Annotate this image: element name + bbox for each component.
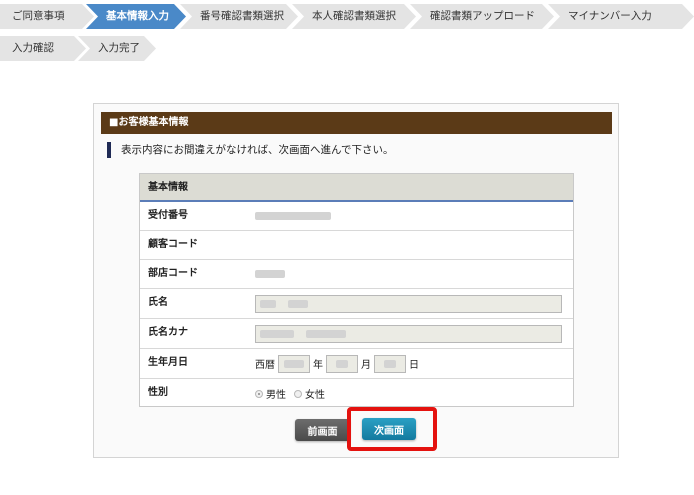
step-doc-upload: 確認書類アップロード (410, 4, 554, 29)
birthdate-label: 生年月日 (148, 357, 188, 368)
gender-female-radio[interactable] (294, 389, 302, 398)
name-kana-label: 氏名カナ (148, 327, 188, 338)
step-label: ご同意事項 (12, 10, 65, 22)
birthdate-fields: 西暦 年 月 日 (255, 349, 419, 378)
year-unit: 年 (313, 360, 323, 371)
row-gender: 性別 男性 女性 (140, 379, 573, 408)
row-birthdate: 生年月日 西暦 年 月 日 (140, 349, 573, 379)
step-mynumber-input: マイナンバー入力 (548, 4, 694, 29)
step-complete: 入力完了 (78, 36, 156, 61)
name-kana-field[interactable] (255, 325, 562, 343)
basic-info-table: 基本情報 受付番号 顧客コード 部店コード 氏名 氏名カナ 生年月日 西暦 年 … (139, 173, 574, 407)
reception-number-value (255, 202, 331, 230)
day-unit: 日 (409, 360, 419, 371)
step-confirm: 入力確認 (0, 36, 86, 61)
branch-code-value (255, 260, 285, 288)
panel-title: ■お客様基本情報 (101, 112, 612, 134)
step-label: マイナンバー入力 (568, 10, 652, 22)
step-label: 基本情報入力 (106, 10, 169, 22)
step-label: 本人確認書類選択 (312, 10, 396, 22)
step-label: 確認書類アップロード (430, 10, 535, 22)
customer-info-panel: ■お客様基本情報 表示内容にお間違えがなければ、次画面へ進んで下さい。 基本情報… (93, 103, 619, 458)
step-identity-doc-select: 本人確認書類選択 (292, 4, 416, 29)
row-reception-number: 受付番号 (140, 202, 573, 231)
name-field[interactable] (255, 295, 562, 313)
gender-male-radio[interactable] (255, 389, 263, 398)
customer-code-label: 顧客コード (148, 239, 198, 250)
era-label: 西暦 (255, 360, 275, 371)
birth-day-field[interactable] (374, 354, 406, 373)
step-number-doc-select: 番号確認書類選択 (180, 4, 298, 29)
row-name: 氏名 (140, 289, 573, 319)
branch-code-label: 部店コード (148, 268, 198, 279)
name-label: 氏名 (148, 297, 168, 308)
reception-number-label: 受付番号 (148, 210, 188, 221)
basic-info-header: 基本情報 (140, 174, 573, 202)
row-customer-code: 顧客コード (140, 231, 573, 260)
prev-screen-button[interactable]: 前画面 (295, 419, 350, 441)
step-label: 番号確認書類選択 (200, 10, 284, 22)
step-label: 入力確認 (12, 42, 54, 54)
step-agreement: ご同意事項 (0, 4, 94, 29)
row-name-kana: 氏名カナ (140, 319, 573, 349)
gender-options: 男性 女性 (255, 379, 325, 408)
notice-text: 表示内容にお間違えがなければ、次画面へ進んで下さい。 (107, 142, 393, 158)
birth-month-field[interactable] (326, 354, 358, 373)
step-label: 入力完了 (98, 42, 140, 54)
next-screen-button[interactable]: 次画面 (362, 418, 416, 440)
gender-male-label: 男性 (266, 390, 286, 401)
month-unit: 月 (361, 360, 371, 371)
birth-year-field[interactable] (278, 354, 310, 373)
gender-label: 性別 (148, 387, 168, 398)
step-basic-info: 基本情報入力 (86, 4, 186, 29)
gender-female-label: 女性 (305, 390, 325, 401)
row-branch-code: 部店コード (140, 260, 573, 289)
